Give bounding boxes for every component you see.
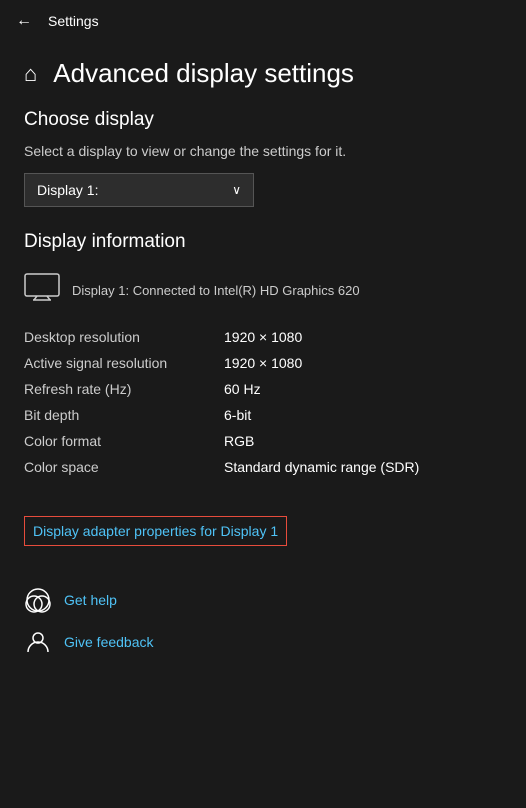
row-label: Desktop resolution: [24, 324, 224, 350]
table-row: Bit depth6-bit: [24, 402, 502, 428]
row-label: Color space: [24, 454, 224, 480]
choose-display-description: Select a display to view or change the s…: [24, 143, 502, 159]
display-card: Display 1: Connected to Intel(R) HD Grap…: [24, 269, 502, 484]
page-title: Advanced display settings: [53, 58, 354, 89]
table-row: Desktop resolution1920 × 1080: [24, 324, 502, 350]
titlebar: ← Settings: [0, 0, 526, 42]
home-icon[interactable]: ⌂: [24, 61, 37, 87]
row-value: 60 Hz: [224, 376, 502, 402]
row-value: 1920 × 1080: [224, 350, 502, 376]
chevron-down-icon: ∨: [232, 183, 241, 197]
table-row: Refresh rate (Hz)60 Hz: [24, 376, 502, 402]
row-value: 6-bit: [224, 402, 502, 428]
get-help-icon: [24, 586, 52, 614]
page-header: ⌂ Advanced display settings: [0, 42, 526, 109]
display-info-section: Display information Display 1: Connected…: [0, 231, 526, 484]
row-value: 1920 × 1080: [224, 324, 502, 350]
titlebar-title: Settings: [48, 13, 99, 29]
get-help-link[interactable]: Get help: [64, 592, 117, 608]
dropdown-value: Display 1:: [37, 182, 98, 198]
back-button[interactable]: ←: [16, 12, 32, 30]
row-label: Active signal resolution: [24, 350, 224, 376]
table-row: Active signal resolution1920 × 1080: [24, 350, 502, 376]
choose-display-section: Choose display Select a display to view …: [0, 109, 526, 207]
row-label: Color format: [24, 428, 224, 454]
footer-section: Get help Give feedback: [0, 570, 526, 672]
display-header: Display 1: Connected to Intel(R) HD Grap…: [24, 273, 502, 308]
display-info-title: Display information: [24, 231, 502, 253]
display-adapter-link[interactable]: Display adapter properties for Display 1: [24, 516, 287, 546]
give-feedback-icon: [24, 628, 52, 656]
give-feedback-link[interactable]: Give feedback: [64, 634, 154, 650]
display-dropdown-container: Display 1: ∨: [24, 173, 502, 207]
give-feedback-item[interactable]: Give feedback: [24, 628, 502, 656]
display-connected-label: Display 1: Connected to Intel(R) HD Grap…: [72, 283, 360, 298]
get-help-item[interactable]: Get help: [24, 586, 502, 614]
row-value: Standard dynamic range (SDR): [224, 454, 502, 480]
display-info-table: Desktop resolution1920 × 1080Active sign…: [24, 324, 502, 480]
table-row: Color spaceStandard dynamic range (SDR): [24, 454, 502, 480]
row-label: Bit depth: [24, 402, 224, 428]
display-dropdown[interactable]: Display 1: ∨: [24, 173, 254, 207]
adapter-link-section: Display adapter properties for Display 1: [0, 500, 526, 562]
monitor-icon: [24, 273, 60, 308]
row-value: RGB: [224, 428, 502, 454]
row-label: Refresh rate (Hz): [24, 376, 224, 402]
table-row: Color formatRGB: [24, 428, 502, 454]
choose-display-title: Choose display: [24, 109, 502, 131]
